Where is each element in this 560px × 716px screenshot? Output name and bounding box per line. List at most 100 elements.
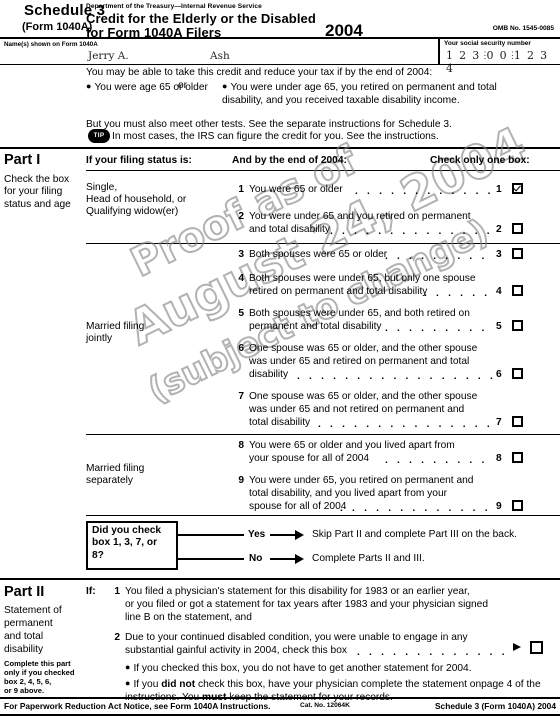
footer-catalog-number: Cat. No. 12064K — [300, 702, 350, 709]
line-text-6a: One spouse was 65 or older, and the othe… — [249, 343, 478, 354]
line-end-number-4: 4 — [496, 286, 502, 297]
bullet-dot-icon: ● — [125, 662, 131, 672]
intro-line-3: But you must also meet other tests. See … — [86, 119, 452, 130]
part2-item2-arrow-icon — [513, 643, 521, 651]
line-text-8b: your spouse for all of 2004 — [249, 453, 370, 464]
names-label: Name(s) shown on Form 1040A — [4, 41, 98, 48]
status-separate-line1: Married filing — [86, 463, 145, 474]
omb-number: OMB No. 1545-0085 — [492, 25, 554, 32]
no-connector-line-2 — [270, 558, 295, 561]
intro-bullet-left-text: You were age 65 or older — [94, 82, 208, 93]
status-single-line2: Head of household, or — [86, 194, 187, 205]
status-single-line3: Qualifying widow(er) — [86, 206, 179, 217]
checkbox-line-2[interactable] — [512, 223, 523, 234]
line-text-8a: You were 65 or older and you lived apart… — [249, 440, 455, 451]
line-text-5a: Both spouses were under 65, and both ret… — [249, 308, 470, 319]
part2-divider — [0, 578, 560, 581]
part2-item2-line2: substantial gainful activity in 2004, ch… — [125, 645, 347, 656]
line-text-3: Both spouses were 65 or older — [249, 249, 388, 260]
ssn-part-1: 1 2 3 — [446, 49, 481, 62]
first-name-value[interactable]: Jerry A. — [88, 50, 129, 62]
decision-question-line3: 8? — [92, 549, 104, 561]
line-number-4: 4 — [238, 273, 244, 284]
checkbox-line-6[interactable] — [512, 368, 523, 379]
form-title-line1: Credit for the Elderly or the Disabled — [86, 11, 316, 26]
bullet-dot-icon: ● — [86, 81, 92, 91]
leader-dots: . . . . . . . . . . . . . . . . — [318, 419, 493, 430]
part2-item2-number: 2 — [114, 632, 120, 643]
part2-item1-number: 1 — [114, 586, 120, 597]
no-arrow-icon — [295, 554, 304, 564]
line-number-5: 5 — [238, 308, 244, 319]
yes-connector-line-2 — [270, 534, 295, 537]
checkbox-line-9[interactable] — [512, 500, 523, 511]
leader-dots: . . . . . . . . . . . . . . . . . . — [297, 371, 493, 382]
last-name-value[interactable]: Ash — [210, 50, 230, 62]
part2-subtitle-line3: and total — [4, 631, 44, 642]
checkbox-line-3[interactable] — [512, 248, 523, 259]
line-number-6: 6 — [238, 343, 244, 354]
part2-bullet-1: ● If you checked this box, you do not hav… — [125, 661, 472, 676]
intro-bullet-right: ● You were under age 65, you retired on p… — [222, 80, 522, 107]
line-end-number-5: 5 — [496, 321, 502, 332]
no-instruction: Complete Parts II and III. — [312, 553, 425, 564]
line-end-number-9: 9 — [496, 501, 502, 512]
checkbox-part2-item2[interactable] — [530, 641, 543, 654]
checkbox-line-8[interactable] — [512, 452, 523, 463]
line-text-6b: was under 65 and retired on permanent an… — [249, 356, 470, 367]
form-title-line2: for Form 1040A Filers — [86, 25, 222, 40]
bullet-dot-icon: ● — [222, 81, 228, 91]
bullet-dot-icon: ● — [125, 678, 131, 688]
tip-icon: TIP — [88, 129, 110, 143]
ssn-label: Your social security number — [444, 40, 531, 47]
leader-dots: . . . . . . . . . . . . . . . — [330, 226, 493, 237]
intro-or: or — [178, 80, 188, 91]
column-header-check-box: Check only one box: — [430, 155, 530, 166]
footer-notice: For Paperwork Reduction Act Notice, see … — [4, 701, 271, 711]
leader-dots: . . . . . . . . . . . . . . — [357, 647, 512, 658]
line-end-number-8: 8 — [496, 453, 502, 464]
line-number-8: 8 — [238, 440, 244, 451]
line-text-7b: was under 65 and not retired on permanen… — [249, 404, 465, 415]
yes-instruction: Skip Part II and complete Part III on th… — [312, 529, 517, 540]
decision-question: Did you check box 1, 3, 7, or 8? — [92, 525, 178, 562]
line-end-number-6: 6 — [496, 369, 502, 380]
part2-note-line2: only if you checked — [4, 668, 75, 677]
ssn-value[interactable]: 1 2 3⋮0 0⋮1 2 3 4 — [446, 49, 560, 75]
part2-item2-line1: Due to your continued disabled condition… — [125, 632, 468, 643]
checkbox-line-1[interactable] — [512, 183, 523, 194]
leader-dots: . . . . . . — [424, 288, 491, 299]
part2-if-label: If: — [86, 586, 96, 597]
part2-item1-line2: or you filed or got a statement for tax … — [125, 599, 488, 610]
name-row-divider — [0, 64, 560, 66]
tax-year: 2004 — [325, 21, 363, 40]
intro-bullet-right-text: You were under age 65, you retired on pe… — [222, 82, 497, 106]
part2-note-line1: Complete this part — [4, 659, 71, 668]
part1-column-divider — [86, 170, 560, 172]
checkbox-line-5[interactable] — [512, 320, 523, 331]
line-text-7a: One spouse was 65 or older, and the othe… — [249, 391, 478, 402]
checkbox-line-4[interactable] — [512, 285, 523, 296]
line-text-7c: total disability — [249, 417, 311, 428]
department-label: Department of the Treasury—Internal Reve… — [86, 3, 262, 10]
no-connector-line — [178, 558, 244, 561]
line-text-5b: permanent and total disability — [249, 321, 382, 332]
column-header-end-of-year: And by the end of 2004: — [232, 155, 347, 166]
part2-bullet-2-b: did not — [161, 679, 196, 690]
yes-label: Yes — [248, 529, 266, 540]
intro-bullet-left: ● You were age 65 or older — [86, 80, 208, 95]
part2-item1-line1: You filed a physician's statement for th… — [125, 586, 470, 597]
leader-dots: . . . . . . . . . — [385, 455, 488, 466]
form-reference: (Form 1040A) — [22, 21, 93, 33]
leader-dots: . . . . . . . . . . . . . — [355, 186, 493, 197]
status-joint-line1: Married filing — [86, 321, 145, 332]
footer-bottom-rule — [0, 714, 560, 716]
part2-label: Part II — [4, 584, 45, 600]
line-text-9b: total disability, and you lived apart fr… — [249, 488, 447, 499]
part2-subtitle-line1: Statement of — [4, 605, 62, 616]
part2-bullet-2-c: check this box, have your physician comp… — [195, 679, 482, 690]
line-end-number-1: 1 — [496, 184, 502, 195]
line-text-4a: Both spouses were under 65, but only one… — [249, 273, 476, 284]
checkbox-line-7[interactable] — [512, 416, 523, 427]
line-text-9a: You were under 65, you retired on perman… — [249, 475, 474, 486]
